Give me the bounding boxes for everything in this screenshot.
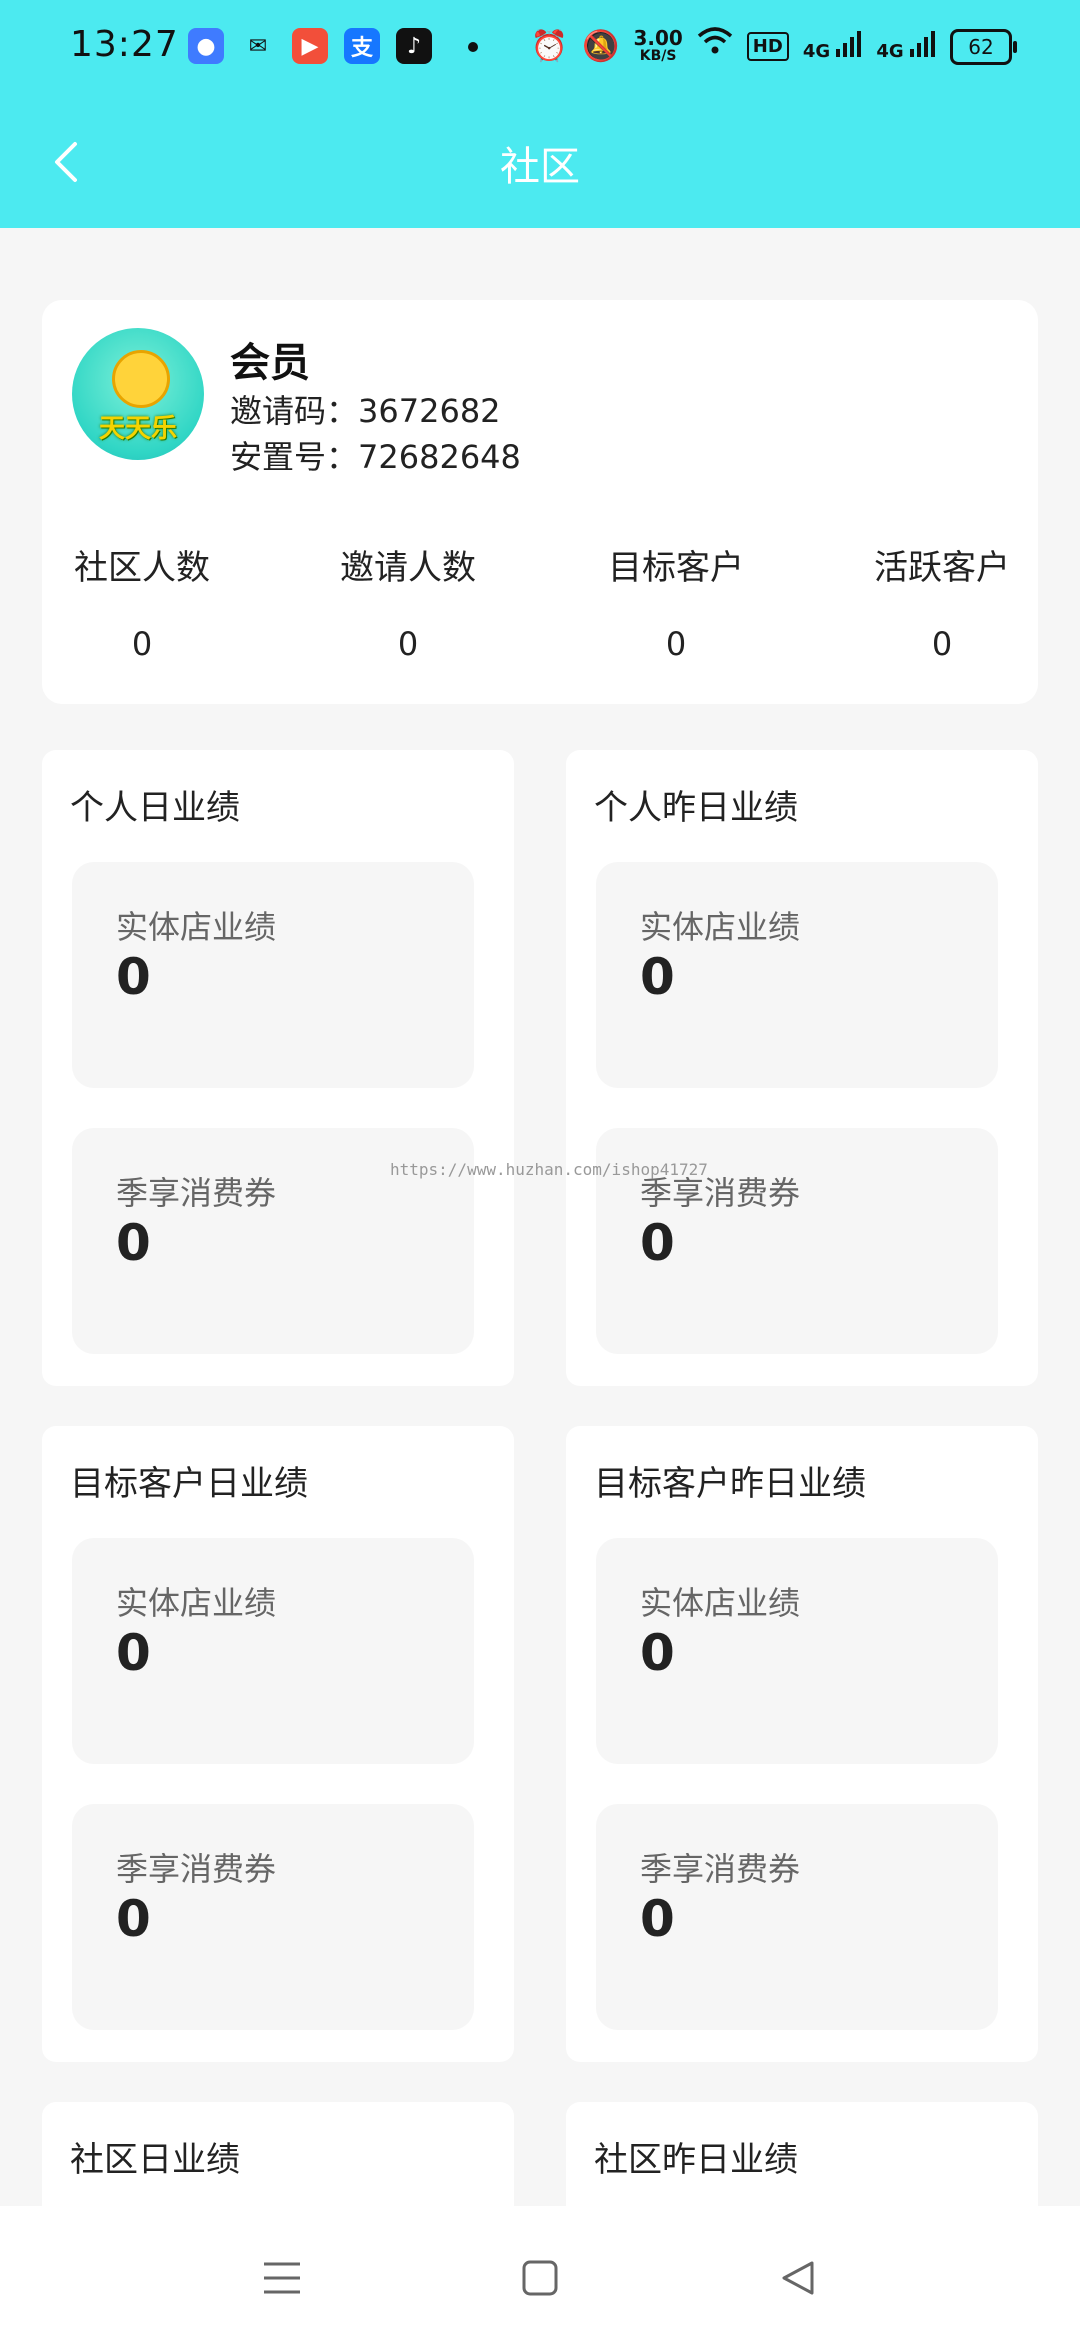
alipay-icon: 支 bbox=[344, 28, 380, 64]
stat-active-customers[interactable]: 活跃客户 0 bbox=[842, 540, 1042, 663]
card-title: 社区日业绩 bbox=[70, 2140, 240, 2180]
alarm-icon: ⏰ bbox=[530, 28, 569, 64]
network-speed-value: 3.00 bbox=[633, 25, 683, 50]
voucher-tile[interactable]: 季享消费券 0 bbox=[596, 1804, 998, 2030]
nav-bar: 社区 bbox=[0, 110, 1080, 210]
invite-code-row: 邀请码：3672682 bbox=[230, 386, 501, 432]
tile-value: 0 bbox=[116, 1214, 151, 1272]
signal-bars-icon bbox=[910, 31, 935, 57]
signal-4g-1: 4G bbox=[803, 31, 863, 62]
watermark-text: https://www.huzhan.com/ishop41727 bbox=[390, 1160, 708, 1179]
tile-label: 实体店业绩 bbox=[116, 1584, 277, 1622]
more-notifications-dot bbox=[468, 42, 478, 52]
signal-4g-2-label: 4G bbox=[876, 41, 904, 62]
triangle-back-icon bbox=[782, 2261, 814, 2295]
tile-label: 季享消费券 bbox=[116, 1850, 277, 1888]
community-page: 13:27 ● ✉ ▶ 支 ♪ ⏰ 🔕 3.00 KB/S HD 4G 4G 6… bbox=[0, 0, 1080, 2340]
tiktok-icon: ♪ bbox=[396, 28, 432, 64]
system-nav-bar bbox=[0, 2206, 1080, 2340]
stat-value: 0 bbox=[665, 625, 687, 663]
card-title: 个人日业绩 bbox=[70, 788, 240, 828]
stat-target-customers[interactable]: 目标客户 0 bbox=[576, 540, 776, 663]
avatar-logo-text: 天天乐 bbox=[98, 414, 177, 444]
personal-yesterday-performance-card: 个人昨日业绩 实体店业绩 0 季享消费券 0 bbox=[566, 750, 1038, 1386]
header-background: 13:27 ● ✉ ▶ 支 ♪ ⏰ 🔕 3.00 KB/S HD 4G 4G 6… bbox=[0, 0, 1080, 228]
signal-4g-2: 4G bbox=[876, 31, 936, 62]
battery-icon: 62 bbox=[950, 28, 1017, 65]
stat-value: 0 bbox=[131, 625, 153, 663]
store-performance-tile[interactable]: 实体店业绩 0 bbox=[596, 862, 998, 1088]
tile-value: 0 bbox=[640, 1624, 675, 1682]
card-title: 个人昨日业绩 bbox=[594, 788, 798, 828]
status-right: ⏰ 🔕 3.00 KB/S HD 4G 4G 62 bbox=[530, 25, 1017, 67]
menu-icon bbox=[264, 2262, 300, 2294]
tile-value: 0 bbox=[640, 948, 675, 1006]
stat-label: 邀请人数 bbox=[340, 548, 476, 588]
tile-label: 实体店业绩 bbox=[640, 908, 801, 946]
card-title: 目标客户昨日业绩 bbox=[594, 1464, 866, 1504]
menu-button[interactable] bbox=[252, 2248, 312, 2308]
avatar[interactable]: 天天乐 bbox=[72, 328, 204, 460]
stat-value: 0 bbox=[931, 625, 953, 663]
hd-badge: HD bbox=[746, 32, 789, 61]
personal-daily-performance-card: 个人日业绩 实体店业绩 0 季享消费券 0 bbox=[42, 750, 514, 1386]
member-card: 天天乐 会员 邀请码：3672682 安置号：72682648 社区人数 0 邀… bbox=[42, 300, 1038, 704]
system-back-button[interactable] bbox=[768, 2248, 828, 2308]
tile-label: 实体店业绩 bbox=[116, 908, 277, 946]
store-performance-tile[interactable]: 实体店业绩 0 bbox=[72, 862, 474, 1088]
home-square-icon bbox=[522, 2260, 558, 2296]
placement-code-label: 安置号： bbox=[230, 438, 359, 476]
tile-value: 0 bbox=[116, 948, 151, 1006]
notification-icons: ● ✉ ▶ 支 ♪ bbox=[188, 28, 432, 64]
invite-code-label: 邀请码： bbox=[230, 392, 359, 430]
stat-label: 目标客户 bbox=[608, 548, 744, 588]
status-time: 13:27 bbox=[70, 24, 179, 65]
card-title: 目标客户日业绩 bbox=[70, 1464, 308, 1504]
target-customer-daily-performance-card: 目标客户日业绩 实体店业绩 0 季享消费券 0 bbox=[42, 1426, 514, 2062]
stats-row: 社区人数 0 邀请人数 0 目标客户 0 活跃客户 0 bbox=[42, 540, 1038, 670]
tile-value: 0 bbox=[640, 1214, 675, 1272]
mascot-icon bbox=[112, 350, 170, 408]
tile-value: 0 bbox=[116, 1890, 151, 1948]
wechat-icon: ✉ bbox=[248, 33, 268, 59]
tile-label: 季享消费券 bbox=[640, 1850, 801, 1888]
status-bar: 13:27 ● ✉ ▶ 支 ♪ ⏰ 🔕 3.00 KB/S HD 4G 4G 6… bbox=[0, 0, 1080, 96]
placement-code-row: 安置号：72682648 bbox=[230, 432, 521, 478]
signal-4g-1-label: 4G bbox=[802, 41, 831, 62]
voucher-tile[interactable]: 季享消费券 0 bbox=[72, 1804, 474, 2030]
signal-bars-icon bbox=[836, 31, 862, 57]
invite-code-value[interactable]: 3672682 bbox=[358, 392, 501, 430]
store-performance-tile[interactable]: 实体店业绩 0 bbox=[72, 1538, 474, 1764]
placement-code-value[interactable]: 72682648 bbox=[358, 438, 521, 476]
stat-invited-count[interactable]: 邀请人数 0 bbox=[308, 540, 508, 663]
tile-value: 0 bbox=[640, 1890, 675, 1948]
tile-value: 0 bbox=[116, 1624, 151, 1682]
store-performance-tile[interactable]: 实体店业绩 0 bbox=[596, 1538, 998, 1764]
card-title: 社区昨日业绩 bbox=[594, 2140, 798, 2180]
stat-community-members[interactable]: 社区人数 0 bbox=[42, 540, 242, 663]
mute-icon: 🔕 bbox=[582, 28, 620, 64]
home-button[interactable] bbox=[510, 2248, 570, 2308]
page-title: 社区 bbox=[500, 144, 580, 190]
video-play-icon: ▶ bbox=[292, 28, 328, 64]
stat-label: 社区人数 bbox=[74, 548, 210, 588]
chat-bubble-icon: ● bbox=[188, 28, 224, 64]
wifi-icon bbox=[697, 26, 733, 67]
stat-label: 活跃客户 bbox=[874, 548, 1010, 588]
stat-value: 0 bbox=[397, 625, 419, 663]
target-customer-yesterday-performance-card: 目标客户昨日业绩 实体店业绩 0 季享消费券 0 bbox=[566, 1426, 1038, 2062]
network-speed: 3.00 KB/S bbox=[633, 25, 683, 65]
member-level: 会员 bbox=[230, 340, 310, 386]
tile-label: 季享消费券 bbox=[116, 1174, 277, 1212]
network-speed-unit: KB/S bbox=[639, 47, 677, 64]
tile-label: 实体店业绩 bbox=[640, 1584, 801, 1622]
